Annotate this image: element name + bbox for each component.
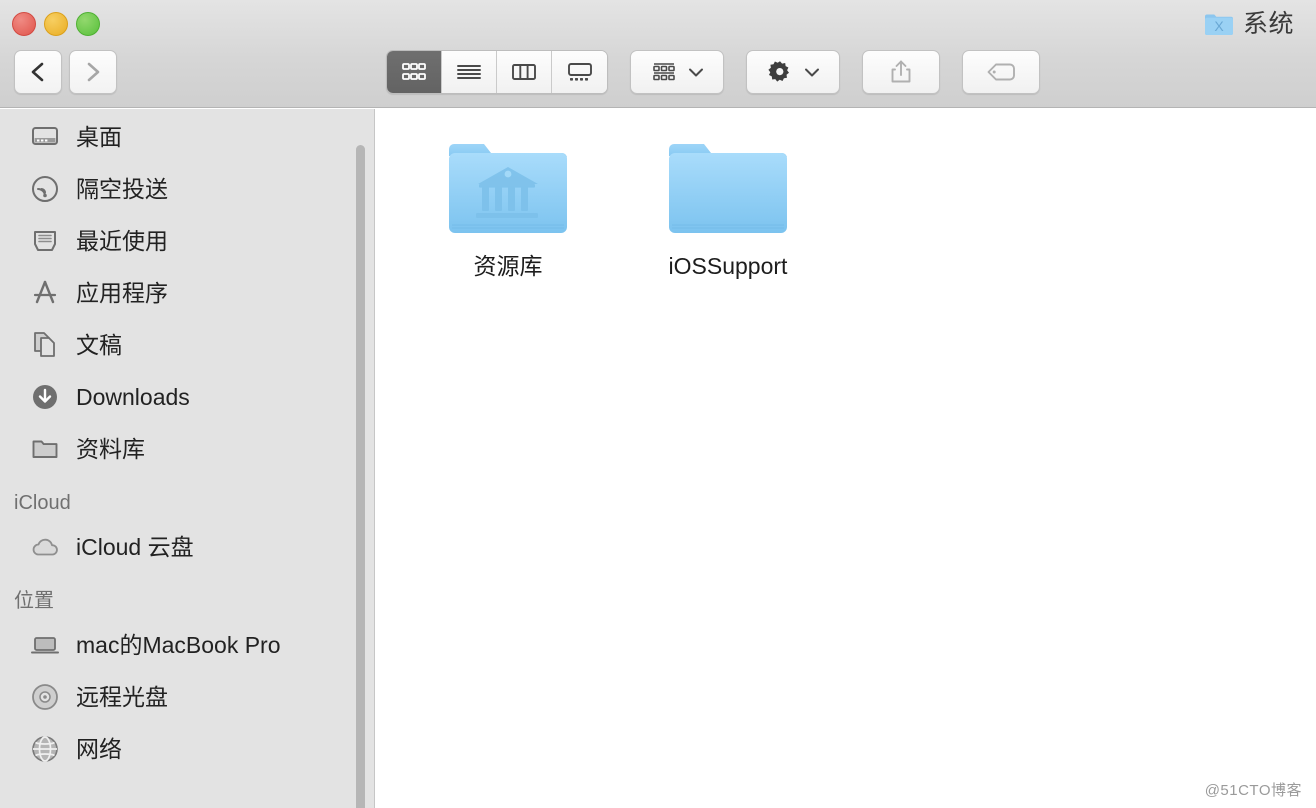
documents-icon xyxy=(30,330,60,360)
window-title-group[interactable]: X 系统 xyxy=(1204,6,1294,42)
sidebar-item-documents[interactable]: 文稿 xyxy=(0,319,374,371)
page-title: 系统 xyxy=(1242,9,1294,38)
sidebar-item-remote-disc[interactable]: 远程光盘 xyxy=(0,671,374,723)
action-menu-button[interactable] xyxy=(746,50,840,94)
arrange-grid-icon xyxy=(652,63,675,81)
maximize-button[interactable] xyxy=(76,12,100,36)
sidebar-item-label: 资料库 xyxy=(76,435,145,462)
chevron-left-icon xyxy=(31,62,44,82)
navigation-buttons xyxy=(14,50,117,94)
sidebar-item-label: 最近使用 xyxy=(76,227,168,254)
file-content-area[interactable]: 资源库 iOSSupport xyxy=(376,109,1316,808)
sidebar-item-icloud-drive[interactable]: iCloud 云盘 xyxy=(0,521,374,573)
sidebar-item-label: 桌面 xyxy=(76,123,122,150)
watermark: @51CTO博客 xyxy=(1204,782,1302,799)
airdrop-icon xyxy=(30,174,60,204)
grid-icon xyxy=(402,63,426,80)
gallery-icon xyxy=(567,63,592,81)
sidebar-list: 桌面 隔空投送 最近使用 应用程序 文稿 Downloads 资料库 iClou… xyxy=(0,109,374,775)
view-mode-gallery-button[interactable] xyxy=(552,51,607,93)
share-icon xyxy=(891,60,911,83)
sidebar-item-label: iCloud 云盘 xyxy=(76,533,194,560)
sidebar-item-label: 远程光盘 xyxy=(76,683,168,710)
chevron-down-icon xyxy=(804,68,819,76)
sidebar-item-recents[interactable]: 最近使用 xyxy=(0,215,374,267)
chevron-right-icon xyxy=(87,62,100,82)
view-mode-column-button[interactable] xyxy=(497,51,552,93)
view-mode-list-button[interactable] xyxy=(442,51,497,93)
sidebar-item-label: Downloads xyxy=(76,383,190,410)
forward-button[interactable] xyxy=(69,50,117,94)
laptop-icon xyxy=(30,630,60,660)
sidebar-item-airdrop[interactable]: 隔空投送 xyxy=(0,163,374,215)
sidebar-scrollbar[interactable] xyxy=(356,145,365,808)
sidebar-item-desktop[interactable]: 桌面 xyxy=(0,111,374,163)
traffic-light-group xyxy=(12,12,100,36)
sidebar-item-label: 文稿 xyxy=(76,331,122,358)
sidebar-item-macbook-pro[interactable]: mac的MacBook Pro xyxy=(0,619,374,671)
view-mode-segmented-control xyxy=(386,50,608,94)
columns-icon xyxy=(512,64,536,80)
icon-grid: 资源库 iOSSupport xyxy=(376,109,1316,278)
minimize-button[interactable] xyxy=(44,12,68,36)
back-button[interactable] xyxy=(14,50,62,94)
sidebar-item-applications[interactable]: 应用程序 xyxy=(0,267,374,319)
sidebar-item-library[interactable]: 资料库 xyxy=(0,423,374,475)
sidebar-header-locations: 位置 xyxy=(14,590,54,612)
toolbar xyxy=(386,50,1040,94)
downloads-icon xyxy=(30,382,60,412)
network-globe-icon xyxy=(30,734,60,764)
sidebar-item-label: 网络 xyxy=(76,735,122,762)
file-item-label: iOSSupport xyxy=(668,253,788,279)
tags-button[interactable] xyxy=(962,50,1040,94)
sidebar-item-label: mac的MacBook Pro xyxy=(76,631,281,658)
sidebar-item-label: 应用程序 xyxy=(76,279,168,306)
sidebar-item-downloads[interactable]: Downloads xyxy=(0,371,374,423)
applications-icon xyxy=(30,278,60,308)
desktop-icon xyxy=(30,122,60,152)
view-mode-icon-button[interactable] xyxy=(387,51,442,93)
close-button[interactable] xyxy=(12,12,36,36)
chevron-down-icon xyxy=(688,68,703,76)
library-folder-icon xyxy=(446,137,570,237)
sidebar: 桌面 隔空投送 最近使用 应用程序 文稿 Downloads 资料库 iClou… xyxy=(0,109,375,808)
tag-icon xyxy=(987,63,1015,81)
recents-icon xyxy=(30,226,60,256)
cloud-icon xyxy=(30,532,60,562)
system-folder-x-icon: X xyxy=(1204,12,1234,36)
disc-icon xyxy=(30,682,60,712)
sidebar-item-label: 隔空投送 xyxy=(76,175,168,202)
folder-icon xyxy=(666,137,790,237)
titlebar: X 系统 xyxy=(0,0,1316,108)
sidebar-header-icloud: iCloud xyxy=(14,492,71,514)
arrange-by-button[interactable] xyxy=(630,50,724,94)
share-button[interactable] xyxy=(862,50,940,94)
file-item-label: 资源库 xyxy=(473,253,543,279)
gear-icon xyxy=(767,61,789,82)
sidebar-item-network[interactable]: 网络 xyxy=(0,723,374,775)
svg-text:X: X xyxy=(1214,18,1224,34)
finder-window: X 系统 桌面 隔空投送 最近使用 应用程序 文稿 Downloads 资料库 … xyxy=(0,0,1316,808)
folder-icon xyxy=(30,434,60,464)
file-item-library[interactable]: 资源库 xyxy=(398,137,618,278)
list-icon xyxy=(457,65,481,79)
file-item-iossupport[interactable]: iOSSupport xyxy=(618,137,838,278)
